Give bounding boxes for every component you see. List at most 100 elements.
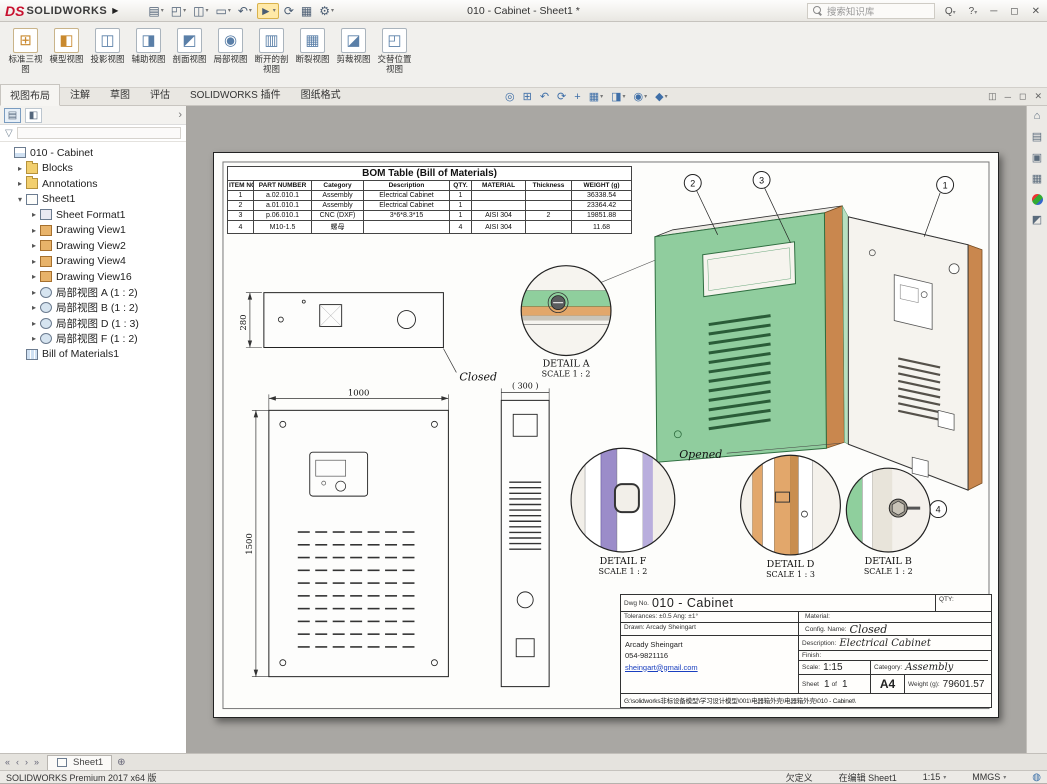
undo-button[interactable]: ↶ ▾ [236, 4, 254, 18]
view-orientation-dropdown[interactable]: ▦ ▾ [589, 90, 603, 103]
tree-item-drawing-view16[interactable]: ▸ Drawing View16 [0, 269, 186, 285]
closed-annotation[interactable]: Closed [443, 348, 497, 383]
pan-icon[interactable]: + [574, 91, 580, 103]
expand-arrow-icon[interactable]: ▸ [29, 334, 39, 343]
first-sheet-icon[interactable]: « [3, 757, 12, 767]
broken-out-section-button[interactable]: ▥ 断开的剖视图 [252, 26, 291, 75]
pane-split-icon[interactable]: ◫ [988, 91, 997, 102]
dimension-1500[interactable]: 1500 [244, 410, 269, 677]
tab-evaluate[interactable]: 评估 [140, 83, 180, 105]
expand-arrow-icon[interactable]: ▸ [15, 164, 25, 173]
custom-properties-icon[interactable]: ◩ [1032, 214, 1042, 226]
zoom-fit-icon[interactable]: ◎ [505, 90, 515, 103]
units-selector[interactable]: MMGS ▾ [972, 772, 1006, 782]
expand-arrow-icon[interactable]: ▸ [29, 210, 39, 219]
dimension-280[interactable]: 280 [238, 292, 262, 348]
drawing-sheet[interactable]: 280 Closed 1000 1500 (300) DETAIL A SC… [213, 152, 999, 718]
drawing-view-top[interactable] [263, 292, 444, 348]
model-view-button[interactable]: ◧ 模型视图 [47, 26, 86, 65]
tab-sketch[interactable]: 草图 [100, 83, 140, 105]
minimize-button[interactable]: ─ [987, 6, 1000, 17]
doc-close-icon[interactable]: ✕ [1034, 91, 1042, 102]
tags-icon[interactable]: ◍ [1032, 772, 1041, 783]
bom-row[interactable]: 2 a.01.010.1 Assembly Electrical Cabinet 12… [227, 200, 633, 211]
print-button[interactable]: ▭ ▾ [213, 4, 232, 18]
zoom-area-icon[interactable]: ⊞ [523, 90, 532, 103]
panel-expand-chevron-icon[interactable]: › [178, 109, 182, 121]
detail-view-b[interactable]: DETAIL B SCALE 1 : 2 [845, 467, 931, 576]
tree-item-blocks[interactable]: ▸ Blocks [0, 160, 186, 177]
break-view-button[interactable]: ▦ 断裂视图 [293, 26, 332, 65]
appearance-dropdown[interactable]: ◆ ▾ [655, 90, 667, 103]
crop-view-button[interactable]: ◪ 剪裁视图 [334, 26, 373, 65]
appearances-icon[interactable]: ● [1031, 194, 1043, 205]
drawing-view-opened-door[interactable] [847, 216, 983, 491]
drawing-view-side[interactable] [500, 399, 550, 688]
tree-item-drawing-view2[interactable]: ▸ Drawing View2 [0, 238, 186, 254]
tree-item-sheet1[interactable]: ▾ Sheet1 [0, 192, 186, 208]
previous-view-icon[interactable]: ↶ [540, 90, 549, 103]
dimension-300[interactable]: ( 300 ) [500, 381, 550, 401]
drawing-view-front[interactable] [268, 409, 449, 678]
detail-view-button[interactable]: ◉ 局部视图 [211, 26, 250, 65]
author-email-link[interactable]: sheingart@gmail.com [625, 662, 794, 673]
doc-restore-icon[interactable]: ◻ [1019, 91, 1026, 102]
expand-arrow-icon[interactable]: ▸ [29, 319, 39, 328]
expand-arrow-icon[interactable]: ▸ [29, 257, 39, 266]
expand-arrow-icon[interactable]: ▸ [29, 303, 39, 312]
detail-view-f[interactable]: DETAIL F SCALE 1 : 2 [570, 447, 676, 576]
hide-show-items-dropdown[interactable]: ◉ ▾ [634, 90, 648, 103]
add-sheet-button[interactable]: ⊕ [117, 757, 125, 768]
search-input[interactable]: 搜索知识库 [806, 3, 935, 19]
dimension-1000[interactable]: 1000 [268, 387, 449, 411]
section-view-button[interactable]: ◩ 剖面视图 [170, 26, 209, 65]
bom-row[interactable]: 3 p.06.010.1 CNC (DXF) 3*6*8.3*15 1 AISI 304… [227, 210, 633, 221]
resources-home-icon[interactable]: ⌂ [1034, 110, 1041, 122]
tree-item-annotations[interactable]: ▸ Annotations [0, 176, 186, 192]
save-button[interactable]: ◫ ▾ [191, 4, 210, 18]
expand-arrow-icon[interactable]: ▸ [29, 288, 39, 297]
expand-arrow-icon[interactable]: ▸ [29, 272, 39, 281]
open-button[interactable]: ◰ ▾ [169, 4, 188, 18]
rebuild-button[interactable]: ⟳ [282, 4, 296, 18]
sheet-scale-selector[interactable]: 1:15 ▾ [923, 772, 947, 782]
bom-table[interactable]: BOM Table (Bill of Materials) ITEM NO.PA… [226, 166, 633, 234]
projected-view-button[interactable]: ◫ 投影视图 [88, 26, 127, 65]
feature-tree-tab[interactable]: ▤ [4, 107, 21, 123]
tree-item-detail-view-d[interactable]: ▸ 局部视图 D (1 : 3) [0, 316, 186, 332]
sheet-tab-sheet1[interactable]: Sheet1 [47, 754, 113, 770]
tree-filter-input[interactable] [16, 127, 181, 139]
property-manager-tab[interactable]: ◧ [25, 107, 42, 123]
maximize-button[interactable]: ◻ [1007, 6, 1021, 17]
search-scope-dropdown[interactable]: Q▾ [942, 6, 959, 17]
display-style-dropdown[interactable]: ◨ ▾ [611, 90, 625, 103]
tree-item-detail-view-a[interactable]: ▸ 局部视图 A (1 : 2) [0, 285, 186, 301]
tab-addins[interactable]: SOLIDWORKS 插件 [180, 83, 291, 105]
file-explorer-icon[interactable]: ▣ [1032, 152, 1042, 164]
expand-arrow-icon[interactable]: ▸ [29, 226, 39, 235]
new-document-button[interactable]: ▤ ▾ [146, 4, 165, 18]
title-block[interactable]: Dwg No. 010 - Cabinet QTY: Tolerances: ±… [620, 594, 992, 708]
file-properties-button[interactable]: ▦ [299, 4, 314, 18]
solidworks-logo[interactable]: DS SOLIDWORKS ▶ [5, 3, 118, 19]
graphics-area[interactable]: 280 Closed 1000 1500 (300) DETAIL A SC… [187, 106, 1026, 753]
auxiliary-view-button[interactable]: ◨ 辅助视图 [129, 26, 168, 65]
close-button[interactable]: ✕ [1029, 6, 1043, 17]
help-button[interactable]: ?▾ [966, 6, 981, 17]
tab-view-layout[interactable]: 视图布局 [0, 84, 60, 106]
tree-item-drawing-view4[interactable]: ▸ Drawing View4 [0, 254, 186, 270]
bom-row[interactable]: 4 M10-1.5 螺母 4 AISI 304 11.68 [227, 220, 633, 234]
expand-arrow-icon[interactable]: ▸ [29, 241, 39, 250]
tree-item-bill-of-materials[interactable]: Bill of Materials1 [0, 347, 186, 363]
view-palette-icon[interactable]: ▦ [1032, 173, 1042, 185]
tree-item-detail-view-f[interactable]: ▸ 局部视图 F (1 : 2) [0, 331, 186, 347]
next-sheet-icon[interactable]: › [23, 757, 30, 767]
detail-view-d[interactable]: DETAIL D SCALE 1 : 3 [740, 454, 841, 579]
tree-item-document[interactable]: 010 - Cabinet [0, 145, 186, 161]
drawing-view-isometric-closed[interactable] [654, 205, 849, 463]
expand-arrow-icon[interactable]: ▸ [15, 179, 25, 188]
standard-3-view-button[interactable]: ⊞ 标准三视图 [6, 26, 45, 75]
options-button[interactable]: ⚙ ▾ [317, 4, 336, 18]
tree-item-drawing-view1[interactable]: ▸ Drawing View1 [0, 223, 186, 239]
bom-row[interactable]: 1 a.02.010.1 Assembly Electrical Cabinet 13… [227, 190, 633, 201]
